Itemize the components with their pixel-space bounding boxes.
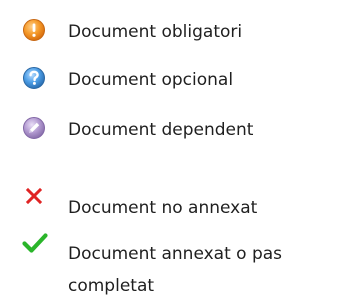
- cross-icon: [24, 186, 44, 206]
- legend-item-label: Document opcional: [68, 70, 234, 90]
- pencil-disabled-icon: [22, 116, 46, 140]
- question-icon: [22, 66, 46, 90]
- checkmark-icon: [22, 232, 48, 254]
- legend-item-label: Document no annexat: [68, 198, 258, 218]
- legend-item-obligatori: Document obligatori: [0, 16, 345, 46]
- legend-item-opcional: Document opcional: [0, 64, 345, 94]
- legend-item-dependent: Document dependent: [0, 114, 345, 144]
- document-status-legend: Document obligatori Document opcional Do…: [0, 0, 345, 302]
- legend-item-label: Document dependent: [68, 120, 254, 140]
- legend-item-no-annexat: Document no annexat: [0, 186, 345, 220]
- legend-item-label: Document annexat o pas completat: [68, 244, 283, 296]
- legend-item-annexat-completat: Document annexat o pas completat: [0, 232, 345, 302]
- exclamation-icon: [22, 18, 46, 42]
- legend-item-label: Document obligatori: [68, 22, 243, 42]
